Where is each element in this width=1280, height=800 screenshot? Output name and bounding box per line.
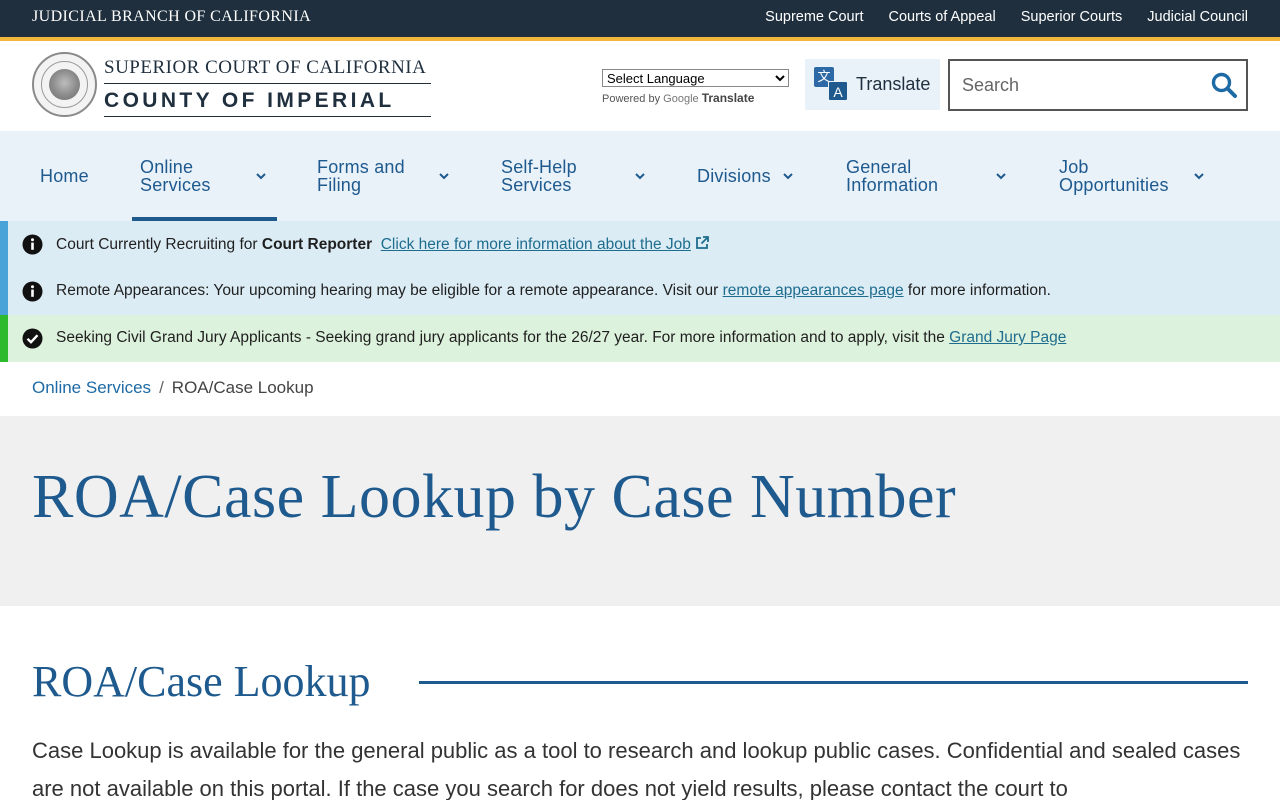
translate-button[interactable]: 文 A Translate	[805, 59, 940, 110]
alert-prefix: Seeking Civil Grand Jury Applicants - Se…	[56, 329, 950, 346]
section-body-text: Case Lookup is available for the general…	[32, 738, 1241, 800]
translate-icon: 文 A	[814, 66, 850, 103]
nav-label: Job Opportunities	[1059, 157, 1169, 195]
chevron-down-icon	[996, 173, 1006, 180]
translate-icon-glyph-b: A	[828, 80, 848, 101]
language-select[interactable]: Select Language	[602, 69, 789, 87]
judicial-branch-title[interactable]: JUDICIAL BRANCH OF CALIFORNIA	[32, 8, 311, 26]
info-icon	[22, 281, 43, 302]
alert-suffix: for more information.	[903, 282, 1051, 299]
seal-core	[49, 69, 80, 100]
chevron-down-icon	[256, 173, 266, 180]
job-info-link[interactable]: Click here for more information about th…	[381, 236, 710, 253]
alert-recruiting: Court Currently Recruiting for Court Rep…	[0, 221, 1280, 268]
nav-item-online-services[interactable]: Online Services	[140, 131, 266, 221]
nav-item-job-opportunities[interactable]: Job Opportunities	[1059, 131, 1204, 221]
alert-text: Remote Appearances: Your upcoming hearin…	[56, 282, 1051, 300]
nav-label: Forms and Filing	[317, 157, 405, 195]
alert-text: Court Currently Recruiting for Court Rep…	[56, 235, 710, 254]
top-utility-bar: JUDICIAL BRANCH OF CALIFORNIA Supreme Co…	[0, 0, 1280, 37]
nav-item-home[interactable]: Home	[40, 131, 89, 221]
google-translate-widget: Select Language Powered by Google Transl…	[602, 69, 789, 105]
nav-label: Home	[40, 166, 89, 186]
alert-strong: Court Reporter	[261, 236, 373, 253]
search-input[interactable]	[950, 61, 1200, 109]
nav-item-self-help-services[interactable]: Self-Help Services	[501, 131, 645, 221]
grand-jury-link[interactable]: Grand Jury Page	[949, 329, 1066, 346]
page-hero: ROA/Case Lookup by Case Number	[0, 416, 1280, 606]
chevron-down-icon	[439, 173, 449, 180]
alert-prefix: Remote Appearances: Your upcoming hearin…	[56, 282, 723, 299]
translate-button-label: Translate	[856, 74, 931, 94]
translate-brand-label: Translate	[701, 91, 755, 105]
breadcrumb-online-services[interactable]: Online Services	[32, 378, 151, 397]
breadcrumb: Online Services / ROA/Case Lookup	[32, 378, 314, 398]
nav-label: Online Services	[140, 157, 211, 195]
site-header: SUPERIOR COURT OF CALIFORNIA COUNTY OF I…	[0, 41, 1280, 131]
link-supreme-court[interactable]: Supreme Court	[765, 9, 863, 25]
nav-item-divisions[interactable]: Divisions	[697, 131, 793, 221]
section-divider	[419, 681, 1248, 684]
link-judicial-council[interactable]: Judicial Council	[1147, 9, 1248, 25]
search-icon[interactable]	[1210, 71, 1238, 99]
main-navigation: Home Online Services Forms and Filing Se…	[0, 131, 1280, 221]
page-title: ROA/Case Lookup by Case Number	[32, 463, 957, 531]
powered-by-google: Powered by Google Translate	[602, 91, 789, 105]
alert-text: Seeking Civil Grand Jury Applicants - Se…	[56, 329, 1066, 347]
court-name-logo[interactable]: SUPERIOR COURT OF CALIFORNIA COUNTY OF I…	[104, 57, 431, 117]
alert-prefix: Court Currently Recruiting for	[56, 236, 262, 253]
court-seal-logo[interactable]	[32, 52, 97, 117]
court-name-rule-bottom	[104, 116, 431, 117]
link-superior-courts[interactable]: Superior Courts	[1021, 9, 1123, 25]
powered-by-label: Powered by	[602, 93, 661, 105]
court-name-line1: SUPERIOR COURT OF CALIFORNIA	[104, 57, 427, 78]
google-label[interactable]: Google	[663, 93, 698, 105]
breadcrumb-separator: /	[159, 378, 164, 397]
court-name-line2: COUNTY OF IMPERIAL	[104, 89, 395, 112]
nav-label: Divisions	[697, 166, 771, 186]
alert-grand-jury: Seeking Civil Grand Jury Applicants - Se…	[0, 315, 1280, 362]
section-title: ROA/Case Lookup	[32, 657, 371, 706]
nav-label: Self-Help Services	[501, 157, 577, 195]
court-name-rule	[104, 83, 431, 84]
breadcrumb-current: ROA/Case Lookup	[171, 378, 314, 397]
job-info-link-label: Click here for more information about th…	[380, 236, 691, 253]
check-circle-icon	[22, 328, 43, 349]
section-header: ROA/Case Lookup	[32, 652, 1248, 712]
remote-appearances-link[interactable]: remote appearances page	[723, 282, 904, 299]
chevron-down-icon	[635, 173, 645, 180]
site-search	[948, 59, 1248, 111]
chevron-down-icon	[783, 173, 793, 180]
nav-label: General Information	[846, 157, 939, 195]
top-links: Supreme Court Courts of Appeal Superior …	[765, 9, 1248, 25]
external-link-icon	[695, 236, 709, 249]
link-courts-of-appeal[interactable]: Courts of Appeal	[888, 9, 995, 25]
alert-remote-appearances: Remote Appearances: Your upcoming hearin…	[0, 268, 1280, 315]
info-icon	[22, 234, 43, 255]
chevron-down-icon	[1194, 173, 1204, 180]
nav-item-forms-and-filing[interactable]: Forms and Filing	[317, 131, 449, 221]
nav-item-general-information[interactable]: General Information	[846, 131, 1006, 221]
